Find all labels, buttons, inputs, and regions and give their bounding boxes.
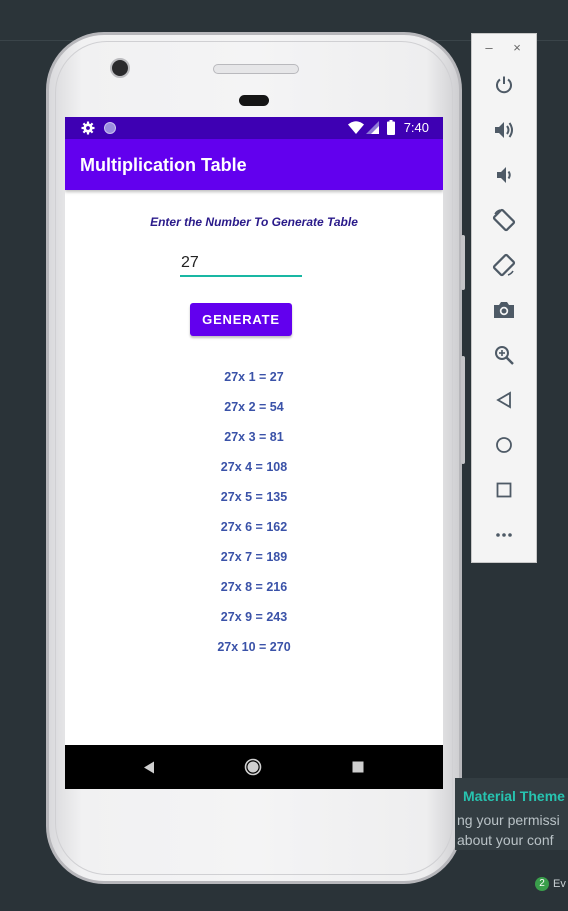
zoom-icon (495, 346, 514, 365)
volume-up-icon (495, 122, 513, 138)
app-bar: Multiplication Table (65, 139, 443, 190)
power-icon (496, 76, 512, 94)
result-row: 27x 6 = 162 (220, 520, 288, 534)
result-row: 27x 8 = 216 (220, 580, 288, 594)
camera-icon (494, 302, 514, 318)
device-screen: 7:40 Multiplication Table Enter the Numb… (65, 117, 443, 789)
zoom-button[interactable] (489, 340, 519, 370)
minimize-button[interactable]: – (481, 40, 497, 56)
result-row: 27x 10 = 270 (217, 640, 291, 654)
event-log-label: Ev (553, 878, 566, 890)
navigation-bar (65, 745, 443, 789)
front-camera (110, 58, 130, 78)
screenshot-button[interactable] (489, 295, 519, 325)
nav-home-button[interactable] (243, 757, 263, 777)
speaker-grille (213, 64, 299, 74)
generate-button[interactable]: GENERATE (190, 303, 292, 336)
volume-down-button[interactable] (489, 160, 519, 190)
power-button[interactable] (489, 70, 519, 100)
rotate-left-icon (492, 208, 516, 232)
nav-recents-button[interactable] (348, 757, 368, 777)
close-button[interactable]: × (509, 40, 525, 56)
nav-back-button[interactable] (139, 757, 159, 777)
back-triangle-icon (144, 761, 154, 773)
assistant-dot-icon (104, 122, 116, 134)
home-circle-icon (244, 758, 262, 776)
result-row: 27x 3 = 81 (224, 430, 284, 444)
status-time: 7:40 (403, 120, 429, 135)
volume-down-icon (497, 167, 511, 183)
notification-line: ng your permissi (457, 812, 560, 828)
back-button[interactable] (489, 385, 519, 415)
more-button[interactable] (489, 520, 519, 550)
result-row: 27x 5 = 135 (220, 490, 288, 504)
battery-icon (387, 120, 395, 135)
back-icon (496, 391, 511, 409)
wifi-icon (348, 121, 364, 134)
result-row: 27x 7 = 189 (220, 550, 288, 564)
home-button[interactable] (489, 430, 519, 460)
home-icon (496, 437, 512, 453)
settings-icon (81, 121, 95, 135)
notification-line: about your conf (457, 832, 554, 848)
status-bar: 7:40 (65, 117, 443, 139)
app-title: Multiplication Table (80, 155, 247, 175)
ide-notification[interactable]: Material Theme ng your permissi about yo… (455, 778, 568, 850)
rotate-right-button[interactable] (489, 250, 519, 280)
overview-button[interactable] (489, 475, 519, 505)
volume-side-button (461, 356, 465, 464)
result-row: 27x 2 = 54 (224, 400, 284, 414)
event-log-indicator[interactable]: 2 Ev (535, 877, 566, 891)
multiplication-results: 27x 1 = 27 27x 2 = 54 27x 3 = 81 27x 4 =… (65, 366, 443, 666)
rotate-left-button[interactable] (489, 205, 519, 235)
volume-up-button[interactable] (489, 115, 519, 145)
emulator-toolbar: – × (471, 33, 537, 563)
result-row: 27x 4 = 108 (220, 460, 288, 474)
earpiece (239, 95, 269, 106)
notification-title: Material Theme (463, 788, 565, 804)
more-icon (496, 533, 512, 537)
signal-icon (366, 121, 379, 134)
power-side-button (461, 235, 465, 290)
result-row: 27x 1 = 27 (224, 370, 284, 384)
overview-icon (496, 482, 512, 498)
recents-square-icon (352, 761, 364, 773)
number-input[interactable]: 27 (180, 250, 302, 277)
event-count-badge: 2 (535, 877, 549, 891)
rotate-right-icon (492, 253, 516, 277)
result-row: 27x 9 = 243 (220, 610, 288, 624)
number-prompt: Enter the Number To Generate Table (150, 215, 358, 229)
